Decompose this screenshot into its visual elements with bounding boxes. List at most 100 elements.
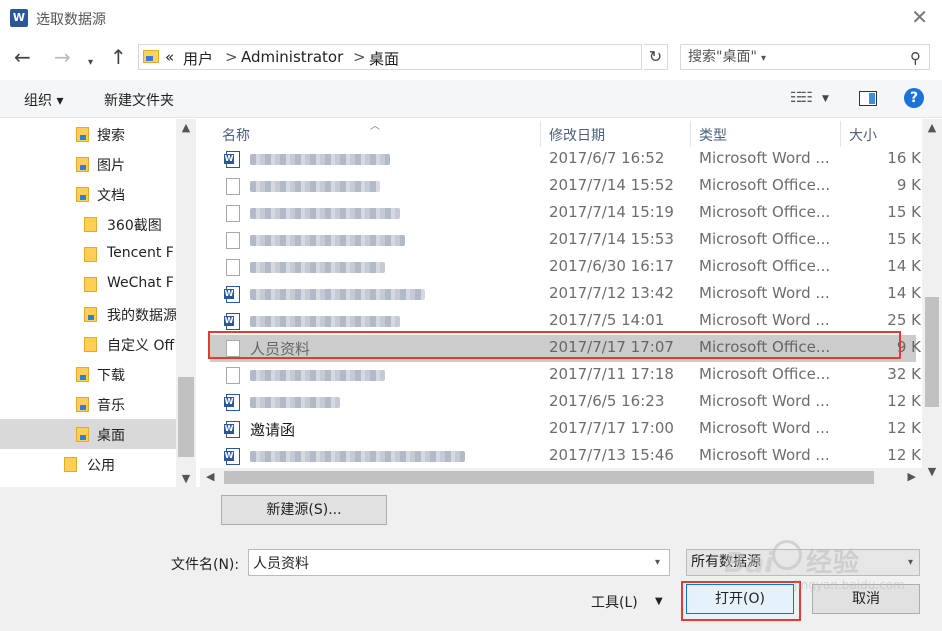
nav-item-downloads[interactable]: 下载 bbox=[0, 359, 176, 389]
folder-icon bbox=[84, 337, 97, 352]
file-modified-date: 2017/7/11 17:18 bbox=[549, 365, 674, 383]
blurred-file-name bbox=[250, 370, 385, 381]
file-modified-date: 2017/7/14 15:19 bbox=[549, 203, 674, 221]
column-divider[interactable] bbox=[690, 121, 691, 147]
tools-menu[interactable]: 工具(L) bbox=[591, 592, 638, 612]
file-list-vertical-scrollbar[interactable]: ▲ ▼ bbox=[922, 119, 942, 487]
nav-scrollbar[interactable]: ▲ ▼ bbox=[176, 119, 196, 487]
title-bar: W 选取数据源 ✕ bbox=[0, 0, 942, 36]
nav-item-label: 音乐 bbox=[97, 398, 125, 414]
breadcrumb-separator[interactable]: > bbox=[225, 48, 238, 66]
word-document-icon bbox=[224, 448, 240, 465]
watermark-text: 经验 bbox=[806, 548, 861, 578]
organize-menu[interactable]: 组织 ▾ bbox=[24, 90, 63, 110]
nav-item-wechat[interactable]: WeChat F bbox=[0, 269, 176, 299]
scroll-down-icon[interactable]: ▼ bbox=[922, 465, 942, 478]
file-row[interactable]: 邀请函 2017/7/17 17:00 Microsoft Word ... 12 K bbox=[210, 416, 921, 443]
scroll-up-icon[interactable]: ▲ bbox=[922, 121, 942, 134]
data-source-folder-icon bbox=[84, 307, 97, 322]
folder-icon bbox=[84, 217, 97, 232]
scroll-right-icon[interactable]: ▶ bbox=[908, 470, 916, 483]
scroll-up-icon[interactable]: ▲ bbox=[176, 121, 196, 134]
search-input[interactable] bbox=[682, 46, 902, 68]
nav-item-public[interactable]: 公用 bbox=[0, 449, 176, 479]
file-row[interactable]: 2017/7/14 15:53 Microsoft Office... 15 K bbox=[210, 227, 921, 254]
close-icon[interactable]: ✕ bbox=[911, 6, 928, 28]
blurred-file-name bbox=[250, 181, 380, 192]
chevron-down-icon[interactable]: ▾ bbox=[908, 550, 913, 575]
forward-arrow-icon[interactable]: → bbox=[54, 46, 71, 68]
folder-icon bbox=[84, 247, 97, 262]
file-row[interactable]: 2017/7/11 17:18 Microsoft Office... 32 K bbox=[210, 362, 921, 389]
nav-item-custom-office[interactable]: 自定义 Off bbox=[0, 329, 176, 359]
blurred-file-name bbox=[250, 154, 390, 165]
nav-scroll-thumb[interactable] bbox=[178, 377, 194, 457]
file-modified-date: 2017/7/12 13:42 bbox=[549, 284, 674, 302]
nav-item-music[interactable]: 音乐 bbox=[0, 389, 176, 419]
view-dropdown-icon[interactable]: ▼ bbox=[822, 94, 829, 104]
preview-pane-icon[interactable] bbox=[859, 91, 877, 106]
horizontal-scroll-thumb[interactable] bbox=[224, 471, 874, 484]
breadcrumb-overflow[interactable]: « bbox=[165, 48, 174, 66]
back-arrow-icon[interactable]: ← bbox=[14, 46, 31, 68]
file-row[interactable]: 2017/7/14 15:19 Microsoft Office... 15 K bbox=[210, 200, 921, 227]
vertical-scroll-thumb[interactable] bbox=[925, 297, 939, 407]
nav-item-label: 我的数据源 bbox=[107, 308, 177, 324]
file-row[interactable]: 2017/6/30 16:17 Microsoft Office... 14 K bbox=[210, 254, 921, 281]
nav-item-pictures[interactable]: 图片 bbox=[0, 149, 176, 179]
file-type: Microsoft Word ... bbox=[699, 149, 830, 167]
filename-input[interactable] bbox=[248, 549, 670, 576]
breadcrumb-administrator[interactable]: Administrator bbox=[241, 48, 343, 66]
tools-dropdown-icon[interactable]: ▼ bbox=[655, 596, 663, 607]
breadcrumb-users[interactable]: 用户 bbox=[183, 48, 213, 69]
search-box[interactable]: ⚲ bbox=[680, 44, 930, 70]
file-type: Microsoft Word ... bbox=[699, 419, 830, 437]
column-header-name[interactable]: 名称 bbox=[222, 119, 250, 149]
downloads-folder-icon bbox=[76, 367, 89, 382]
word-document-icon bbox=[224, 313, 240, 330]
column-header-size[interactable]: 大小 bbox=[849, 119, 877, 149]
file-row[interactable]: 2017/7/13 15:46 Microsoft Word ... 12 K bbox=[210, 443, 921, 470]
refresh-icon[interactable]: ↻ bbox=[644, 44, 668, 70]
file-row[interactable]: 2017/7/12 13:42 Microsoft Word ... 14 K bbox=[210, 281, 921, 308]
search-icon[interactable]: ⚲ bbox=[910, 49, 921, 67]
blurred-file-name bbox=[250, 208, 400, 219]
column-header-type[interactable]: 类型 bbox=[699, 119, 727, 149]
nav-item-label: Tencent F bbox=[107, 245, 174, 261]
file-list-horizontal-scrollbar[interactable]: ◀ ▶ bbox=[200, 468, 922, 487]
blurred-file-name bbox=[250, 316, 400, 327]
filename-dropdown-icon[interactable]: ▾ bbox=[655, 557, 660, 568]
file-size: 15 K bbox=[887, 230, 921, 248]
nav-item-desktop[interactable]: 桌面 bbox=[0, 419, 176, 449]
help-icon[interactable]: ? bbox=[904, 88, 924, 108]
breadcrumb-separator[interactable]: > bbox=[353, 48, 366, 66]
word-document-icon bbox=[224, 151, 240, 168]
file-row[interactable]: 2017/7/14 15:52 Microsoft Office... 9 K bbox=[210, 173, 921, 200]
up-arrow-icon[interactable]: ↑ bbox=[110, 46, 127, 68]
nav-item-search[interactable]: 搜索 bbox=[0, 119, 176, 149]
nav-item-documents[interactable]: 文档 bbox=[0, 179, 176, 209]
word-document-icon bbox=[224, 286, 240, 303]
scroll-down-icon[interactable]: ▼ bbox=[176, 472, 196, 485]
folder-icon bbox=[64, 457, 77, 472]
file-size: 14 K bbox=[887, 284, 921, 302]
new-folder-button[interactable]: 新建文件夹 bbox=[104, 90, 174, 110]
blurred-file-name bbox=[250, 451, 465, 462]
nav-item-my-data-sources[interactable]: 我的数据源 bbox=[0, 299, 177, 329]
address-bar[interactable]: « 用户 > Administrator > 桌面 ▾ bbox=[138, 44, 766, 70]
breadcrumb-desktop[interactable]: 桌面 bbox=[369, 48, 399, 69]
file-size: 12 K bbox=[887, 419, 921, 437]
file-row[interactable]: 2017/6/7 16:52 Microsoft Word ... 16 K bbox=[210, 146, 921, 173]
pictures-folder-icon bbox=[76, 157, 89, 172]
column-divider[interactable] bbox=[840, 121, 841, 147]
file-modified-date: 2017/7/14 15:53 bbox=[549, 230, 674, 248]
view-options-icon[interactable]: ☷☷ bbox=[790, 90, 813, 106]
scroll-left-icon[interactable]: ◀ bbox=[206, 470, 214, 483]
file-row[interactable]: 2017/6/5 16:23 Microsoft Word ... 12 K bbox=[210, 389, 921, 416]
column-divider[interactable] bbox=[540, 121, 541, 147]
column-header-modified[interactable]: 修改日期 bbox=[549, 119, 605, 149]
nav-item-tencent[interactable]: Tencent F bbox=[0, 239, 176, 269]
recent-locations-chevron-icon[interactable]: ▾ bbox=[88, 52, 93, 74]
new-source-button[interactable]: 新建源(S)... bbox=[221, 495, 387, 525]
nav-item-360-screenshots[interactable]: 360截图 bbox=[0, 209, 176, 239]
